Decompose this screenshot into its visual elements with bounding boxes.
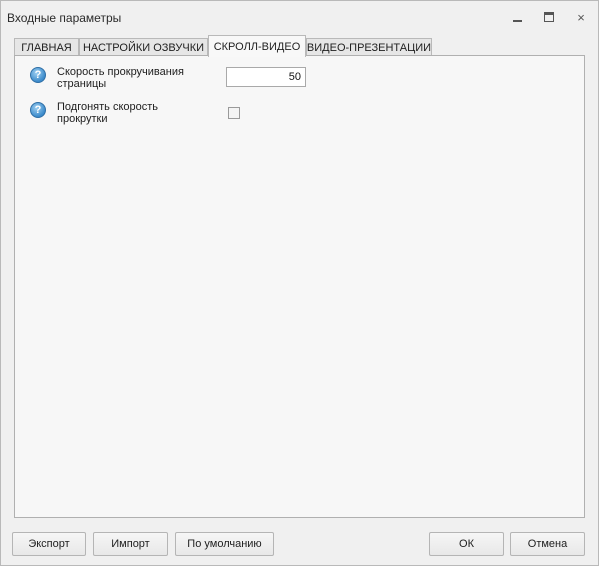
tab-scroll-video[interactable]: СКРОЛЛ-ВИДЕО [208, 35, 306, 57]
scroll-speed-label-line1: Скорость прокручивания [57, 66, 184, 78]
help-icon[interactable]: ? [30, 67, 46, 83]
scroll-speed-label-line2: страницы [57, 78, 107, 90]
maximize-icon [544, 12, 554, 22]
tab-main[interactable]: ГЛАВНАЯ [14, 38, 79, 56]
scroll-speed-row: ? Скорость прокручивания страницы [15, 66, 584, 96]
adjust-speed-label: Подгонять скорость прокрутки [57, 101, 158, 125]
tab-voice-settings[interactable]: НАСТРОЙКИ ОЗВУЧКИ [79, 38, 208, 56]
cancel-button[interactable]: Отмена [510, 532, 585, 556]
tab-video-presentations[interactable]: ВИДЕО-ПРЕЗЕНТАЦИИ [306, 38, 432, 56]
ok-button[interactable]: ОК [429, 532, 504, 556]
dialog-window: Входные параметры × ГЛАВНАЯ НАСТРОЙКИ ОЗ… [0, 0, 599, 566]
help-icon[interactable]: ? [30, 102, 46, 118]
minimize-icon [512, 17, 522, 22]
import-button[interactable]: Импорт [93, 532, 168, 556]
minimize-button[interactable] [506, 7, 528, 27]
adjust-speed-label-line2: прокрутки [57, 113, 108, 125]
default-button[interactable]: По умолчанию [175, 532, 274, 556]
scroll-speed-input[interactable] [226, 67, 306, 87]
maximize-button[interactable] [538, 7, 560, 27]
adjust-speed-row: ? Подгонять скорость прокрутки [15, 101, 584, 131]
title-bar[interactable]: Входные параметры × [1, 1, 598, 33]
close-icon: × [577, 9, 585, 25]
scroll-speed-label: Скорость прокручивания страницы [57, 66, 184, 90]
close-button[interactable]: × [570, 7, 592, 27]
adjust-speed-label-line1: Подгонять скорость [57, 101, 159, 113]
export-button[interactable]: Экспорт [12, 532, 86, 556]
tab-panel: ? Скорость прокручивания страницы ? Подг… [14, 55, 585, 518]
window-title: Входные параметры [7, 11, 122, 25]
adjust-speed-checkbox[interactable] [228, 107, 240, 119]
